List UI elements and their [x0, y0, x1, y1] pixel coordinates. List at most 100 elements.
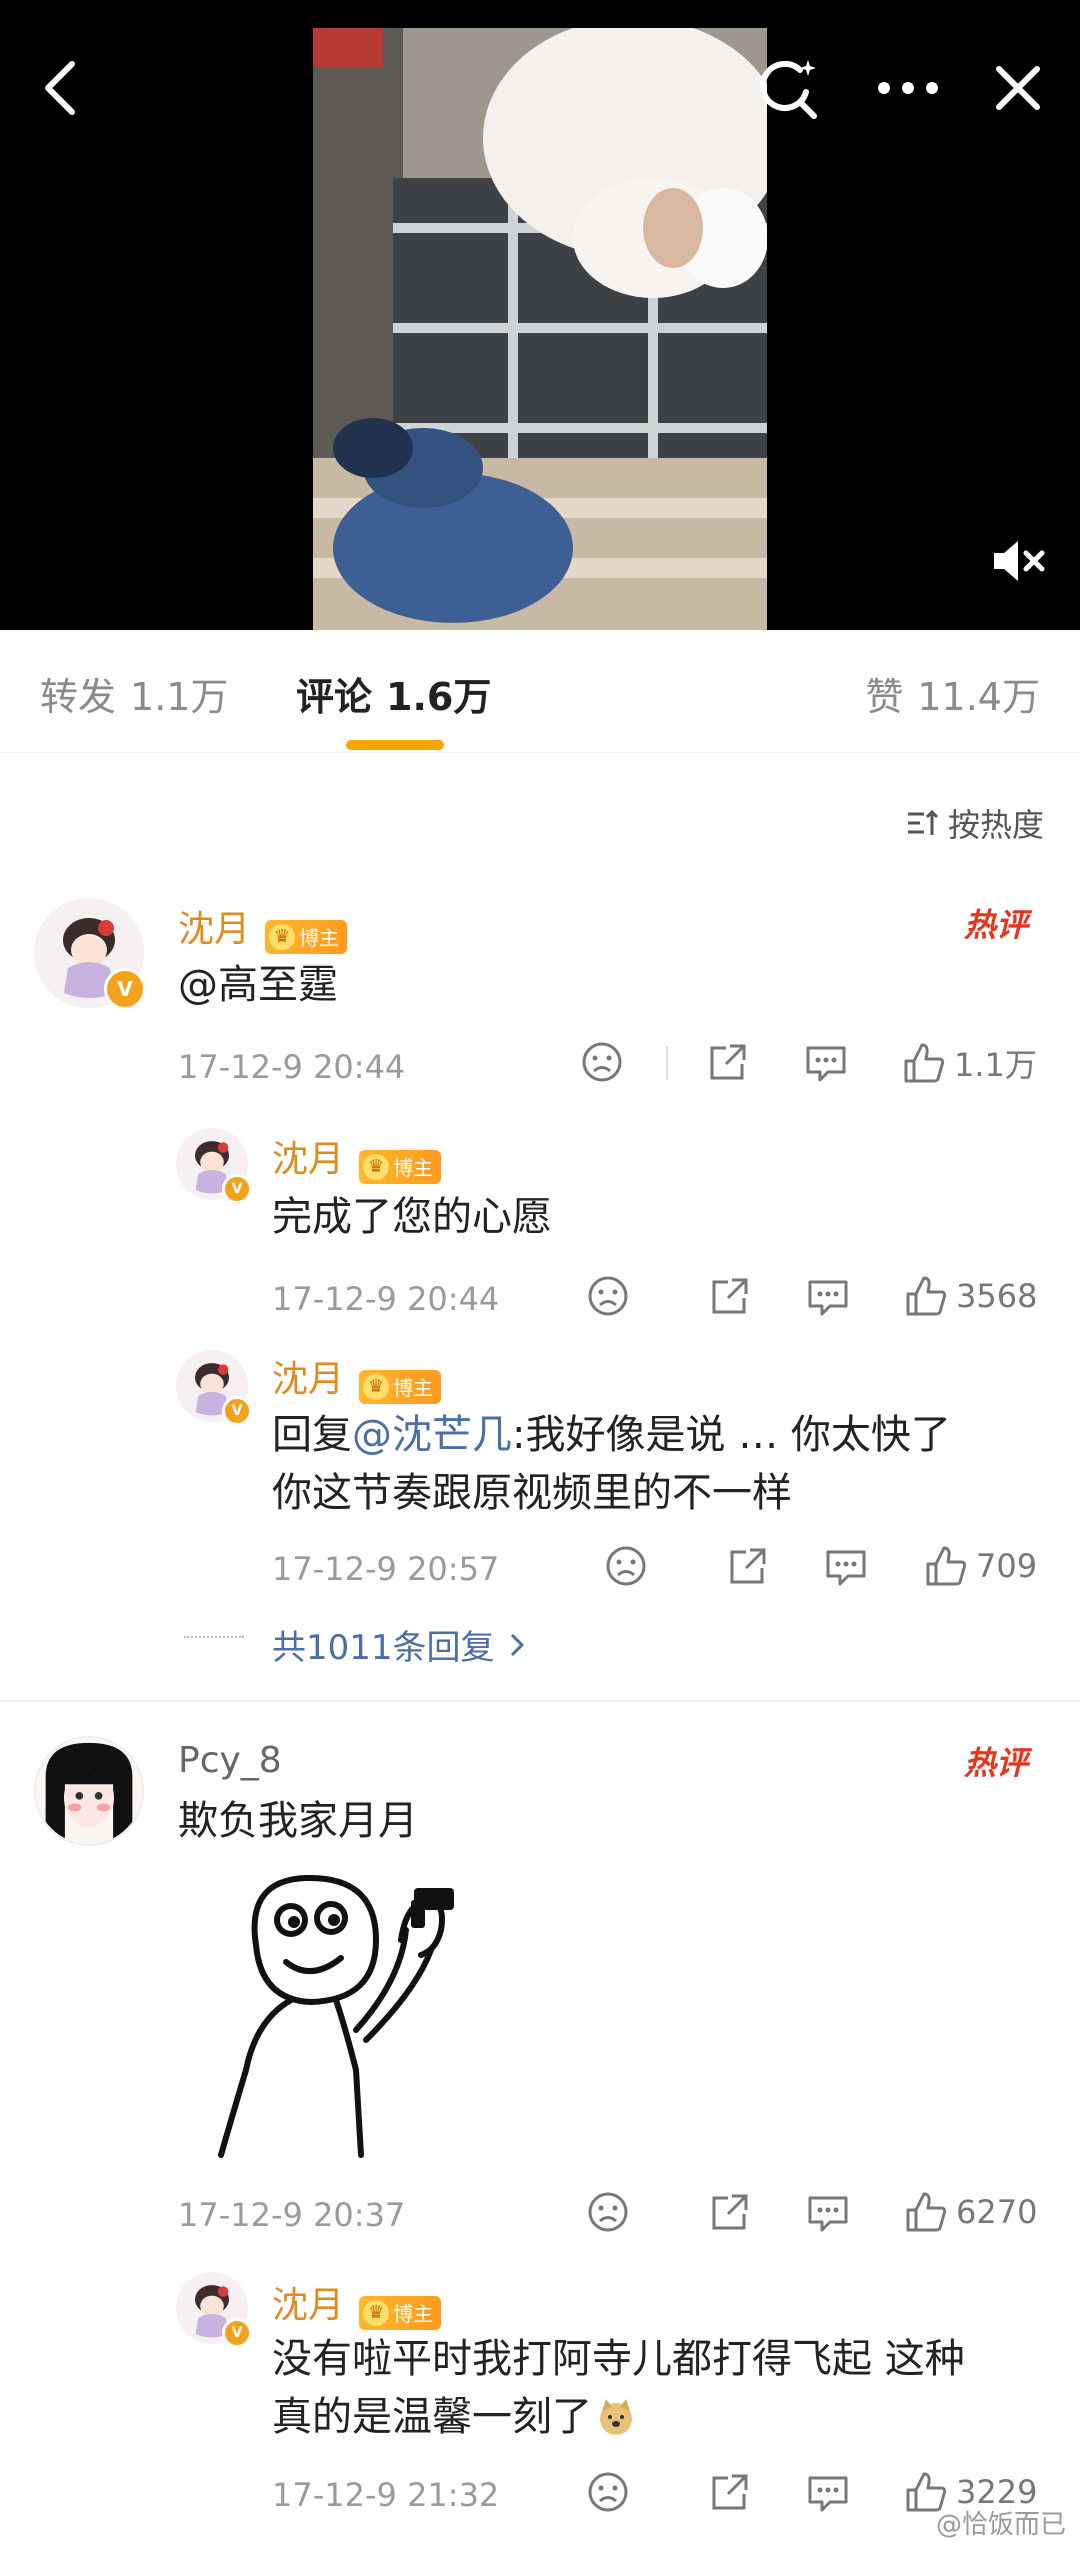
- verified-icon: V: [104, 968, 146, 1010]
- reply-author[interactable]: 沈月 ♛ 博主: [272, 1350, 442, 1404]
- reply-time: 17-12-9 20:44: [272, 1280, 500, 1318]
- doge-emoji-icon: [600, 2399, 632, 2435]
- host-badge: ♛ 博主: [359, 2295, 442, 2330]
- mute-toggle[interactable]: [978, 530, 1058, 592]
- host-badge: ♛ 博主: [359, 1369, 442, 1404]
- comment-icon: [808, 2196, 848, 2232]
- reply-author[interactable]: 沈月 ♛ 博主: [272, 2276, 442, 2330]
- thumbs-up-icon: [906, 2192, 947, 2232]
- share-icon: [710, 1044, 746, 1080]
- frown-icon: [582, 1042, 622, 1082]
- verified-icon: V: [222, 1396, 252, 1426]
- crown-icon: ♛: [363, 1373, 390, 1400]
- dislike-button[interactable]: [586, 2470, 630, 2514]
- hot-comment-tag: 热评: [963, 906, 1028, 944]
- verified-icon: V: [222, 1174, 252, 1204]
- active-tab-indicator: [346, 740, 444, 750]
- dotted-line: [184, 1636, 244, 1638]
- dislike-button[interactable]: [604, 1544, 648, 1588]
- reply-button[interactable]: [824, 1544, 868, 1588]
- tab-comments-count: 1.6万: [386, 675, 492, 719]
- reply-text: 完成了您的心愿: [272, 1194, 552, 1240]
- share-button[interactable]: [706, 1040, 750, 1084]
- chevron-left-icon: [45, 61, 75, 115]
- watermark: @恰饭而已: [935, 2510, 1066, 2540]
- like-button[interactable]: 6270: [904, 2190, 1037, 2234]
- close-button[interactable]: [978, 48, 1058, 128]
- share-icon: [730, 1548, 766, 1584]
- dislike-button[interactable]: [586, 2190, 630, 2234]
- username[interactable]: 沈月: [272, 1359, 344, 1400]
- more-replies-label: 共1011条回复: [272, 1628, 495, 1668]
- action-divider: [666, 1046, 668, 1080]
- thumbs-up-icon: [926, 1546, 967, 1586]
- avatar[interactable]: [34, 1736, 144, 1846]
- reply-time: 17-12-9 20:57: [272, 1550, 500, 1588]
- video-frame[interactable]: [313, 28, 767, 630]
- comment-time: 17-12-9 20:37: [178, 2196, 406, 2234]
- mention-link[interactable]: @高至霆: [178, 962, 338, 1008]
- mention-link[interactable]: @沈芒几: [352, 1412, 512, 1458]
- share-button[interactable]: [708, 2470, 752, 2514]
- hot-comment-tag: 热评: [963, 1744, 1028, 1782]
- anime-girl-avatar: [36, 1738, 142, 1844]
- meme-sticker-image[interactable]: [216, 1870, 536, 2160]
- tab-reposts[interactable]: 转发 1.1万: [40, 666, 228, 721]
- crown-icon: ♛: [363, 1153, 390, 1180]
- reply-text: 回复@沈芒几:我好像是说 … 你太快了: [272, 1406, 951, 1464]
- close-icon: [996, 66, 1040, 110]
- video-player[interactable]: [0, 0, 1080, 630]
- frown-icon: [588, 1276, 628, 1316]
- comment-icon: [808, 2476, 848, 2512]
- tab-comments[interactable]: 评论 1.6万: [296, 666, 491, 721]
- video-thumbnail: [313, 28, 767, 630]
- like-count: 3568: [956, 1277, 1038, 1315]
- share-icon: [712, 2194, 748, 2230]
- username[interactable]: 沈月: [178, 909, 250, 950]
- share-icon: [712, 1278, 748, 1314]
- reply-author[interactable]: 沈月 ♛ 博主: [272, 1130, 442, 1184]
- comment-icon: [808, 1280, 848, 1316]
- tabs-bar: 转发 1.1万 评论 1.6万 赞 11.4万: [0, 630, 1080, 753]
- comment-icon: [826, 1550, 866, 1586]
- view-more-replies[interactable]: 共1011条回复: [272, 1620, 525, 1669]
- like-button[interactable]: 1.1万: [902, 1040, 1037, 1086]
- back-button[interactable]: [20, 48, 100, 128]
- verified-icon: V: [222, 2318, 252, 2348]
- comment-icon: [806, 1046, 846, 1082]
- share-button[interactable]: [708, 2190, 752, 2234]
- tab-comments-label: 评论: [296, 675, 373, 719]
- like-button[interactable]: 709: [924, 1544, 1037, 1588]
- sort-icon: [907, 809, 939, 835]
- reply-button[interactable]: [806, 2470, 850, 2514]
- speaker-muted-icon: [994, 541, 1045, 581]
- frown-icon: [606, 1546, 646, 1586]
- comment-author[interactable]: 沈月 ♛ 博主: [178, 900, 348, 954]
- reply-time: 17-12-9 21:32: [272, 2476, 500, 2514]
- dislike-button[interactable]: [580, 1040, 624, 1084]
- pointing-gun-meme-drawing: [218, 1874, 454, 2158]
- visual-search-button[interactable]: [748, 48, 828, 128]
- tab-likes-label: 赞: [865, 675, 904, 719]
- like-button[interactable]: 3568: [904, 1274, 1037, 1318]
- reply-button[interactable]: [806, 2190, 850, 2234]
- like-count: 6270: [956, 2193, 1038, 2231]
- sort-button[interactable]: 按热度: [906, 800, 1044, 846]
- host-badge-label: 博主: [393, 1156, 434, 1180]
- reply-button[interactable]: [804, 1040, 848, 1084]
- reply-button[interactable]: [806, 1274, 850, 1318]
- share-button[interactable]: [708, 1274, 752, 1318]
- frown-icon: [588, 2192, 628, 2232]
- thumbs-up-icon: [904, 1043, 945, 1083]
- username[interactable]: 沈月: [272, 1139, 344, 1180]
- username[interactable]: 沈月: [272, 2285, 344, 2326]
- reply-prefix: 回复: [272, 1412, 352, 1458]
- tab-likes[interactable]: 赞 11.4万: [865, 666, 1040, 721]
- dislike-button[interactable]: [586, 1274, 630, 1318]
- username[interactable]: Pcy_8: [178, 1740, 282, 1781]
- reply-text-line2-body: 真的是温馨一刻了: [272, 2394, 592, 2440]
- crown-icon: ♛: [363, 2299, 390, 2326]
- share-button[interactable]: [726, 1544, 770, 1588]
- more-button[interactable]: [868, 48, 948, 128]
- reply-body: :我好像是说 … 你太快了: [512, 1412, 951, 1458]
